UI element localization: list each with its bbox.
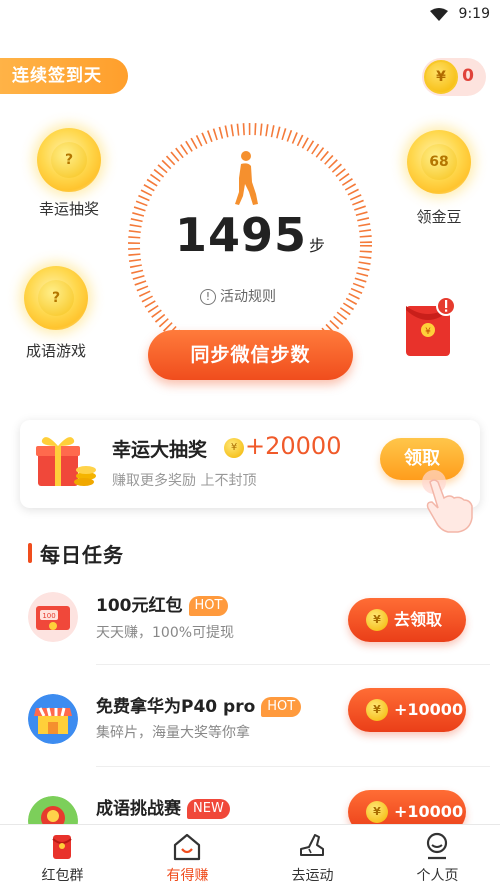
task-title-text: 免费拿华为P40 pro bbox=[96, 697, 256, 717]
info-icon: ! bbox=[200, 289, 216, 305]
task-title: 100元红包 HOT bbox=[96, 591, 229, 616]
home-icon bbox=[173, 833, 201, 861]
tab-earn[interactable]: 有得赚 bbox=[125, 825, 250, 889]
lucky-draw-subtitle: 赚取更多奖励 上不封顶 bbox=[112, 473, 257, 489]
divider bbox=[96, 664, 490, 665]
gold-bean-bubble[interactable]: 68 bbox=[407, 130, 471, 194]
lucky-draw-amount: +20000 bbox=[245, 432, 342, 460]
consecutive-signin-badge[interactable]: 连续签到天 bbox=[0, 58, 128, 94]
section-accent bbox=[28, 543, 32, 563]
task-title: 免费拿华为P40 pro HOT bbox=[96, 692, 302, 717]
red-envelope-100-icon: 100 bbox=[28, 592, 78, 642]
daily-tasks-title: 每日任务 bbox=[40, 543, 124, 567]
profile-icon bbox=[426, 832, 448, 860]
walking-person-icon bbox=[235, 151, 258, 205]
gold-bean-label: 领金豆 bbox=[416, 208, 462, 226]
lucky-draw-label: 幸运抽奖 bbox=[38, 200, 99, 218]
coin-icon: ¥ bbox=[424, 60, 458, 94]
task-action-button[interactable]: ¥ 去领取 bbox=[348, 598, 466, 642]
idiom-game-label: 成语游戏 bbox=[25, 342, 86, 360]
pointing-hand-icon bbox=[422, 470, 473, 533]
red-packet-icon bbox=[52, 835, 72, 859]
mystery-coin-icon: ? bbox=[51, 142, 87, 178]
task-title: 成语挑战赛 NEW bbox=[96, 794, 230, 819]
shop-icon bbox=[28, 694, 78, 744]
hot-badge: HOT bbox=[261, 697, 302, 717]
tab-profile[interactable]: 个人页 bbox=[375, 825, 500, 889]
task-action-button[interactable]: ¥ +10000 bbox=[348, 688, 466, 732]
svg-text:100: 100 bbox=[42, 612, 55, 620]
sneaker-icon bbox=[300, 834, 324, 856]
coin-icon: ¥ bbox=[366, 801, 388, 823]
task-title-text: 成语挑战赛 bbox=[96, 799, 181, 819]
step-count: 1495 bbox=[174, 208, 307, 262]
task-action-label: 去领取 bbox=[394, 610, 443, 629]
new-badge: NEW bbox=[187, 799, 230, 819]
coin-balance[interactable]: ¥ 0 bbox=[422, 58, 486, 96]
red-packet-icon[interactable]: ¥ bbox=[404, 296, 456, 358]
tab-label: 红包群 bbox=[41, 868, 84, 884]
sync-wechat-steps-button[interactable]: 同步微信步数 bbox=[148, 330, 353, 380]
coin-balance-value: 0 bbox=[462, 66, 474, 86]
status-time: 9:19 bbox=[458, 6, 490, 22]
bottom-tab-bar: 红包群 有得赚 去运动 个人页 bbox=[0, 824, 500, 889]
activity-rules-label: 活动规则 bbox=[220, 289, 276, 305]
mystery-coin-icon: ? bbox=[38, 280, 74, 316]
status-bar: 9:19 bbox=[0, 0, 500, 30]
gift-box-icon bbox=[36, 437, 96, 486]
idiom-game-bubble[interactable]: ? bbox=[24, 266, 88, 330]
task-subtitle: 天天赚，100%可提现 bbox=[96, 625, 235, 641]
svg-text:¥: ¥ bbox=[425, 327, 431, 337]
step-unit: 步 bbox=[309, 236, 326, 255]
task-action-label: +10000 bbox=[394, 802, 464, 821]
tab-label: 个人页 bbox=[416, 868, 459, 884]
hot-badge: HOT bbox=[188, 596, 229, 616]
tab-label: 有得赚 bbox=[166, 868, 209, 884]
coin-icon: ¥ bbox=[224, 438, 244, 458]
divider bbox=[96, 766, 490, 767]
tab-exercise[interactable]: 去运动 bbox=[250, 825, 375, 889]
coin-icon: ¥ bbox=[366, 609, 388, 631]
task-action-label: +10000 bbox=[394, 700, 464, 719]
lucky-draw-title: 幸运大抽奖 bbox=[112, 439, 208, 461]
activity-rules-link[interactable]: ! 活动规则 bbox=[200, 286, 276, 306]
task-title-text: 100元红包 bbox=[96, 596, 183, 616]
lucky-draw-bubble[interactable]: ? bbox=[37, 128, 101, 192]
step-counter: 1495 步 bbox=[150, 208, 350, 262]
tab-red-packet-group[interactable]: 红包群 bbox=[0, 825, 125, 889]
tab-label: 去运动 bbox=[291, 868, 334, 884]
task-subtitle: 集碎片，海量大奖等你拿 bbox=[96, 725, 250, 741]
wifi-icon bbox=[430, 8, 448, 21]
gold-bean-coin-icon: 68 bbox=[421, 144, 457, 180]
coin-icon: ¥ bbox=[366, 699, 388, 721]
